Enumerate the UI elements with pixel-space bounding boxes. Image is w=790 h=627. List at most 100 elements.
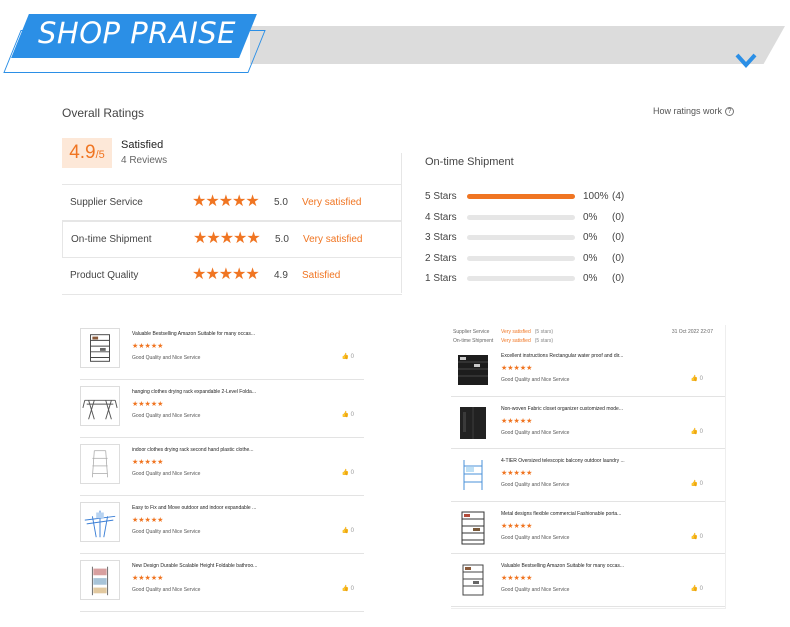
shoe-tower-image[interactable]	[454, 508, 492, 547]
list-item[interactable]: hanging clothes drying rack expandable 2…	[80, 380, 364, 438]
product-name[interactable]: Metal designs flexible commercial Fashio…	[501, 511, 621, 517]
like-button[interactable]: 👍 0	[691, 480, 704, 487]
review-comment: Good Quality and Nice Service	[132, 471, 201, 477]
product-name[interactable]: Non-woven Fabric closet organizer custom…	[501, 406, 623, 412]
thumbs-up-icon: 👍	[690, 376, 698, 382]
like-button[interactable]: 👍 0	[691, 375, 704, 382]
rating-row-product-quality[interactable]: Product Quality ★★★★★ 4.9 Satisfied	[62, 258, 402, 295]
product-name[interactable]: Valuable Bestselling Amazon Suitable for…	[132, 331, 255, 337]
rating-value: 5.0	[275, 234, 289, 245]
like-button[interactable]: 👍 0	[691, 533, 704, 540]
rating-status: Very satisfied	[303, 234, 363, 245]
review-comment: Good Quality and Nice Service	[501, 482, 570, 488]
review-comment: Good Quality and Nice Service	[501, 429, 570, 436]
shipment-breakdown-title: On-time Shipment	[425, 156, 514, 168]
list-item[interactable]: Excellent instructions Rectangular water…	[451, 344, 725, 397]
like-button[interactable]: 👍 0	[342, 585, 355, 592]
like-count: 0	[699, 376, 703, 382]
list-item[interactable]: Valuable Bestselling Amazon Suitable for…	[80, 322, 364, 380]
review-stars: ★★★★★	[501, 522, 533, 530]
thumbs-up-icon: 👍	[690, 586, 698, 592]
star-rating: ★★★★★	[192, 193, 260, 210]
list-item[interactable]: Valuable Bestselling Amazon Suitable for…	[451, 554, 725, 607]
question-circle-icon: ?	[725, 107, 734, 117]
how-ratings-work-link[interactable]: How ratings work?	[652, 106, 734, 117]
rating-row-supplier-service[interactable]: Supplier Service ★★★★★ 5.0 Very satisfie…	[62, 184, 402, 221]
shoe-rack-image[interactable]	[454, 561, 492, 599]
satisfaction-level: Satisfied	[121, 139, 164, 151]
review-comment: Good Quality and Nice Service	[501, 377, 570, 383]
like-button[interactable]: 👍 0	[691, 585, 704, 592]
laundry-rack-image[interactable]	[454, 456, 492, 494]
star-bar-row-3: 3 Stars 0% (0)	[425, 231, 735, 245]
star-bar-label: 2 Stars	[425, 252, 457, 264]
like-button[interactable]: 👍 0	[342, 411, 355, 418]
rating-row-on-time-shipment[interactable]: On-time Shipment ★★★★★ 5.0 Very satisfie…	[62, 221, 402, 258]
thumbs-up-icon: 👍	[341, 528, 349, 534]
shoe-rack-image[interactable]	[80, 328, 120, 368]
shoe-cabinet-image[interactable]	[454, 351, 492, 389]
thumbs-up-icon: 👍	[690, 481, 698, 487]
expandable-rack-image[interactable]	[80, 502, 120, 542]
review-comment: Good Quality and Nice Service	[132, 587, 201, 593]
list-item[interactable]: 4-TIER Oversized telescopic balcony outd…	[451, 449, 725, 502]
product-name[interactable]: 4-TIER Oversized telescopic balcony outd…	[501, 458, 625, 464]
chevron-down-icon	[735, 53, 757, 68]
star-bar-count: (0)	[612, 232, 625, 243]
star-bar-track	[467, 194, 575, 199]
reviews-count: 4 Reviews	[121, 155, 168, 166]
review-stars: ★★★★★	[501, 470, 533, 477]
list-item[interactable]: Metal designs flexible commercial Fashio…	[451, 502, 725, 554]
how-ratings-work-label: How ratings work	[652, 106, 722, 116]
like-button[interactable]: 👍 0	[342, 527, 355, 534]
rating-value: 5.0	[274, 197, 288, 208]
ratings-panel: Overall Ratings How ratings work? 4.9/5 …	[0, 95, 790, 310]
list-item[interactable]: indoor clothes drying rack second hand p…	[80, 438, 364, 496]
towel-rack-image[interactable]	[80, 560, 120, 600]
star-bar-percent: 0%	[583, 232, 598, 243]
product-name[interactable]: indoor clothes drying rack second hand p…	[132, 447, 253, 453]
star-bar-track	[467, 255, 575, 261]
rating-value: 4.9	[274, 270, 288, 281]
star-bar-row-2: 2 Stars 0% (0)	[425, 252, 735, 266]
thumbs-up-icon: 👍	[341, 586, 349, 592]
like-count: 0	[350, 586, 354, 592]
star-bar-label: 4 Stars	[425, 211, 457, 223]
review-stars: ★★★★★	[501, 365, 533, 372]
like-button[interactable]: 👍 0	[342, 353, 355, 360]
review-list-right: Supplier Service Very satisfied (5 stars) …	[451, 325, 726, 609]
review-stars: ★★★★★	[132, 517, 164, 524]
rating-label: Product Quality	[70, 270, 139, 281]
thumbs-up-icon: 👍	[690, 533, 698, 540]
like-count: 0	[699, 481, 703, 487]
clothes-rack-image[interactable]	[80, 444, 120, 484]
star-bar-count: (0)	[612, 273, 625, 284]
star-bar-percent: 0%	[583, 211, 598, 223]
thumbs-up-icon: 👍	[341, 412, 349, 418]
star-rating: ★★★★★	[193, 230, 261, 247]
like-button[interactable]: 👍 0	[691, 428, 704, 435]
review-comment: Good Quality and Nice Service	[132, 355, 201, 361]
like-button[interactable]: 👍 0	[342, 469, 355, 476]
like-count: 0	[350, 470, 354, 476]
product-name[interactable]: Easy to Fix and Move outdoor and indoor …	[132, 505, 256, 511]
star-bar-percent: 0%	[583, 252, 598, 264]
list-item[interactable]: New Design Durable Scalable Height Folda…	[80, 554, 364, 612]
product-name[interactable]: Valuable Bestselling Amazon Suitable for…	[501, 563, 624, 569]
drying-rack-image[interactable]	[80, 386, 120, 426]
product-name[interactable]: hanging clothes drying rack expandable 2…	[132, 389, 256, 395]
thumbs-up-icon: 👍	[690, 428, 698, 435]
list-item[interactable]: Non-woven Fabric closet organizer custom…	[451, 397, 725, 449]
like-count: 0	[699, 533, 703, 540]
fabric-closet-image[interactable]	[454, 403, 492, 442]
review-comment: Good Quality and Nice Service	[501, 534, 570, 541]
overall-score-badge: 4.9/5	[62, 138, 112, 168]
review-header: Supplier Service Very satisfied (5 stars) …	[451, 325, 725, 344]
review-list-left: Valuable Bestselling Amazon Suitable for…	[80, 322, 364, 612]
star-bar-percent: 0%	[583, 273, 598, 284]
star-bar-count: (4)	[612, 191, 625, 202]
product-name[interactable]: New Design Durable Scalable Height Folda…	[132, 563, 257, 569]
product-name[interactable]: Excellent instructions Rectangular water…	[501, 353, 623, 359]
list-item[interactable]: Easy to Fix and Move outdoor and indoor …	[80, 496, 364, 554]
header-value: Very satisfied	[501, 329, 531, 335]
